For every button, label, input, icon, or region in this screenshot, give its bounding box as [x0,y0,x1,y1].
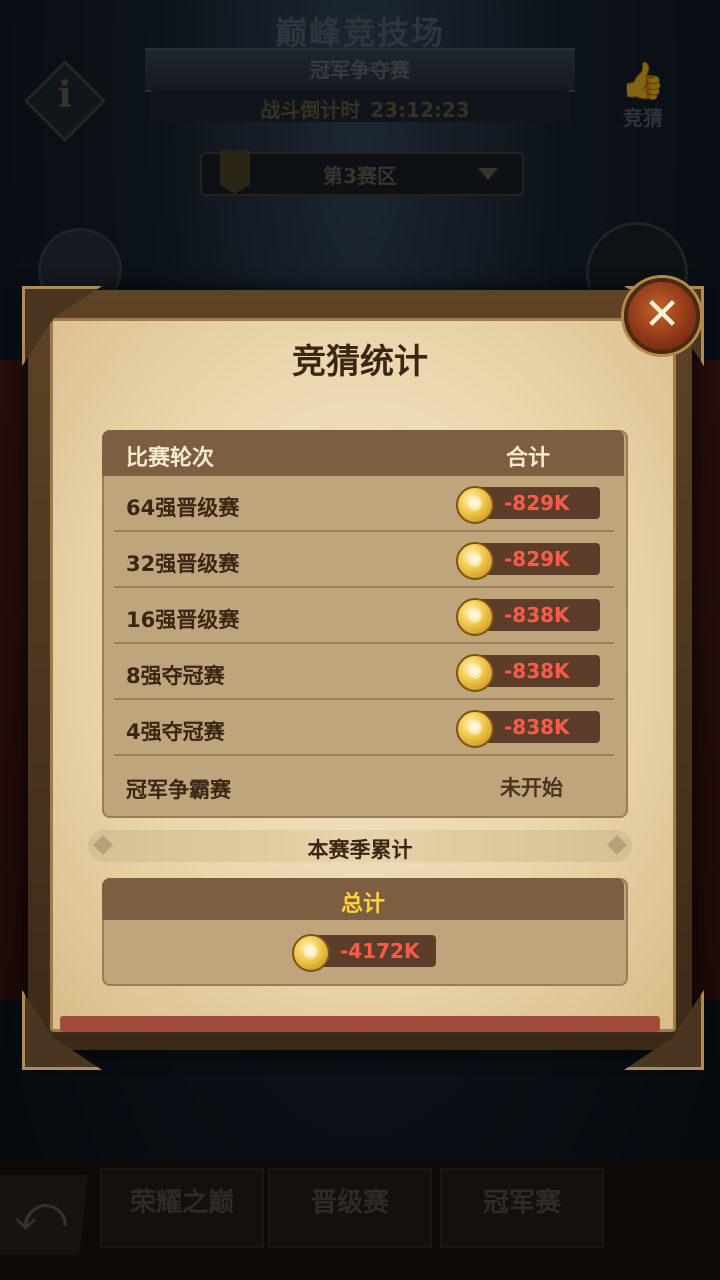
close-button[interactable]: ✕ [624,278,700,354]
dialog-footer-band [60,1016,660,1032]
gold-coin-icon: ✺ [456,542,494,580]
not-started-status: 未开始 [500,776,563,800]
season-cumulative-label: 本赛季累计 [307,838,413,862]
gold-coin-icon: ✺ [456,598,494,636]
row-divider [114,586,614,588]
row-divider [114,754,614,756]
row-divider [114,642,614,644]
gold-coin-icon: ✺ [456,654,494,692]
round-value: -838K [504,715,570,739]
total-title: 总计 [340,892,385,917]
round-label: 8强夺冠赛 [126,664,225,688]
column-header-total: 合计 [506,446,551,471]
gold-coin-icon: ✺ [456,486,494,524]
close-icon: ✕ [643,289,681,340]
total-value: -4172K [340,939,420,963]
row-divider [114,698,614,700]
gold-coin-icon: ✺ [292,934,330,972]
row-divider [114,530,614,532]
round-label: 32强晋级赛 [126,552,240,576]
gold-coin-icon: ✺ [456,710,494,748]
round-value: -838K [504,603,570,627]
round-label: 16强晋级赛 [126,608,240,632]
round-value: -829K [504,547,570,571]
round-label: 64强晋级赛 [126,496,240,520]
column-header-round: 比赛轮次 [126,446,215,471]
dialog-title: 竞猜统计 [292,342,428,382]
round-label: 4强夺冠赛 [126,720,225,744]
round-label: 冠军争霸赛 [126,778,231,802]
round-value: -838K [504,659,570,683]
round-value: -829K [504,491,570,515]
